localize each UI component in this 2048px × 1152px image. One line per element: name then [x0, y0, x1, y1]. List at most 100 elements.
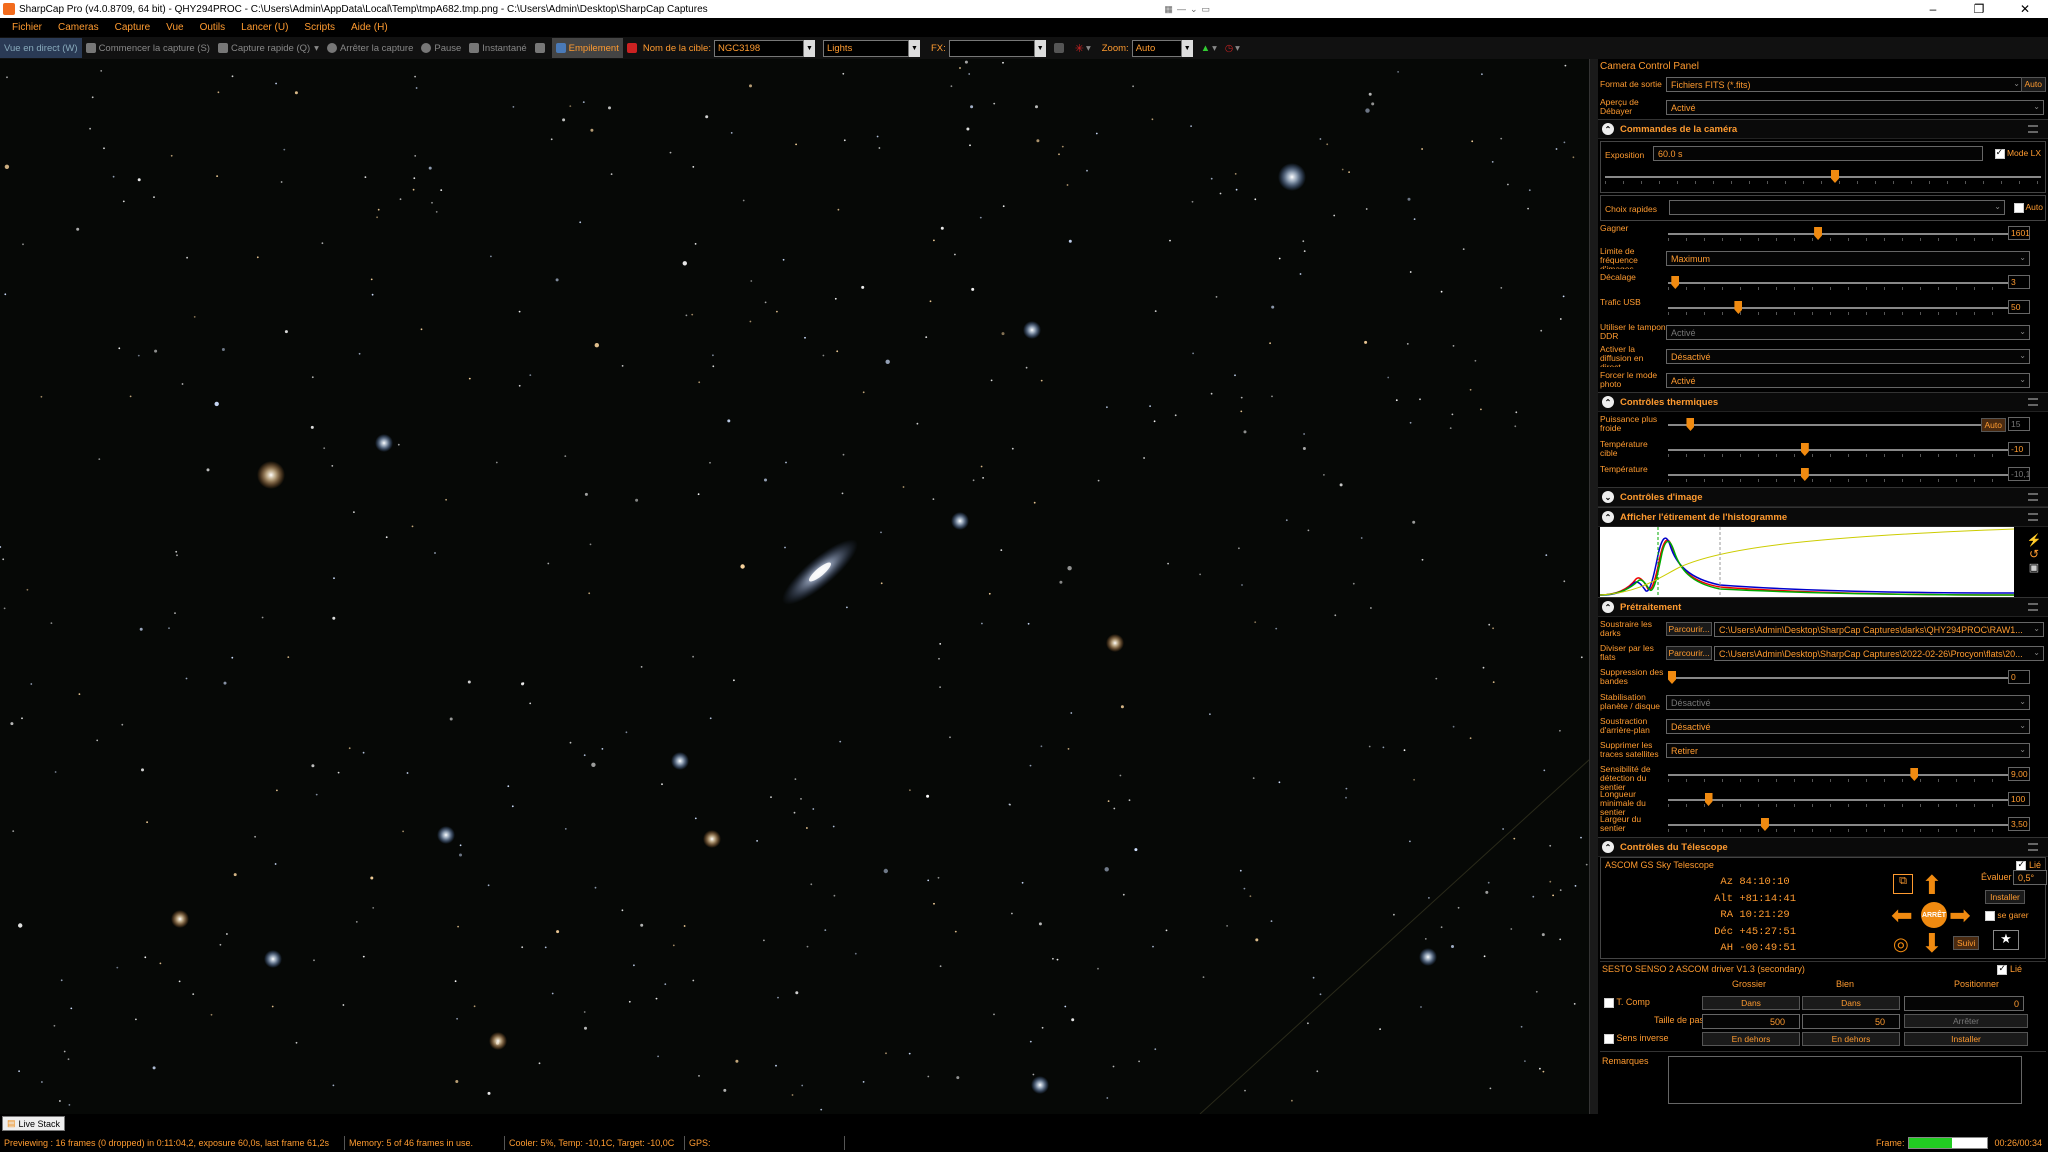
stop-focus-button[interactable]: Arrêter — [1904, 1014, 2028, 1028]
flats-browse-button[interactable]: Parcourir... — [1666, 646, 1712, 660]
coarse-step-input[interactable]: 500 — [1702, 1014, 1800, 1029]
close-button[interactable]: ✕ — [2002, 2, 2048, 16]
scope-install-button[interactable]: Installer — [1985, 890, 2025, 904]
stop-capture-button[interactable]: Arrêter la capture — [323, 38, 417, 58]
quick-capture-button[interactable]: Capture rapide (Q) ▾ — [214, 38, 323, 58]
histogram-tool[interactable]: ▲ ▾ — [1197, 38, 1221, 58]
focus-position-input[interactable]: 0 — [1904, 996, 2024, 1011]
offset-value[interactable]: 3 — [2008, 275, 2030, 289]
darks-browse-button[interactable]: Parcourir... — [1666, 622, 1712, 636]
pause-button[interactable]: Pause — [417, 38, 465, 58]
live-view-button[interactable]: Vue en direct (W) — [0, 38, 82, 58]
coarse-out-button[interactable]: En dehors — [1702, 1032, 1800, 1046]
menu-aide[interactable]: Aide (H) — [343, 22, 396, 33]
menu-lancer[interactable]: Lancer (U) — [233, 22, 296, 33]
stabilize-select[interactable]: Désactivé ⌄ — [1666, 694, 2030, 710]
reverse-check[interactable]: Sens inverse — [1604, 1033, 1669, 1044]
south-arrow-icon[interactable]: ⬇ — [1921, 930, 1943, 956]
section-camera-controls[interactable]: ⌃ Commandes de la caméra — [1598, 119, 2048, 139]
menu-icon[interactable] — [2028, 843, 2038, 851]
flats-path-select[interactable]: C:\Users\Admin\Desktop\SharpCap Captures… — [1714, 645, 2044, 661]
stopwatch-tool[interactable]: ◷ ▾ — [1221, 38, 1244, 58]
notes-textarea[interactable] — [1668, 1056, 2022, 1104]
output-auto-button[interactable]: Auto — [2020, 76, 2046, 92]
frame-type-select[interactable]: Lights — [822, 39, 909, 57]
tcomp-checkbox[interactable] — [1604, 997, 1614, 1008]
image-viewer[interactable] — [0, 59, 1590, 1114]
stop-slew-button[interactable]: ARRÊT — [1921, 902, 1947, 928]
menu-fichier[interactable]: Fichier — [4, 22, 50, 33]
debayer-select[interactable]: Activé ⌄ — [1666, 99, 2044, 115]
west-arrow-icon[interactable]: ⬅ — [1891, 902, 1913, 928]
section-histogram[interactable]: ⌃ Afficher l'étirement de l'histogramme — [1598, 507, 2048, 527]
menu-icon[interactable] — [2028, 603, 2038, 611]
quick-picks-auto-checkbox[interactable] — [2013, 202, 2024, 213]
east-arrow-icon[interactable]: ➡ — [1949, 902, 1971, 928]
cooler-auto-button[interactable]: Auto — [1980, 418, 2006, 432]
tcomp-check[interactable]: T. Comp — [1604, 997, 1650, 1008]
live-stack-tab[interactable]: ▤ Live Stack — [2, 1116, 66, 1131]
goto-icon[interactable]: ⧉ — [1893, 874, 1913, 894]
background-select[interactable]: Désactivé ⌄ — [1666, 718, 2030, 734]
min-length-value[interactable]: 100 — [2008, 792, 2030, 806]
save-icon[interactable]: ▣ — [2022, 561, 2046, 574]
fx-select[interactable] — [948, 39, 1035, 57]
focus-install-button[interactable]: Installer — [1904, 1032, 2028, 1046]
exposure-input[interactable]: 60.0 s — [1653, 146, 1983, 161]
fine-in-button[interactable]: Dans — [1802, 996, 1900, 1010]
section-image-controls[interactable]: ⌄ Contrôles d'image — [1598, 487, 2048, 507]
north-arrow-icon[interactable]: ⬆ — [1921, 872, 1943, 898]
sensitivity-value[interactable]: 9,00 — [2008, 767, 2030, 781]
menu-icon[interactable] — [2028, 125, 2038, 133]
menu-scripts[interactable]: Scripts — [296, 22, 343, 33]
cooler-slider[interactable] — [1686, 418, 1695, 431]
park-checkbox[interactable] — [1985, 910, 1995, 921]
start-capture-button[interactable]: Commencer la capture (S) — [82, 38, 214, 58]
menu-outils[interactable]: Outils — [192, 22, 234, 33]
banding-value[interactable]: 0 — [2008, 670, 2030, 684]
lightning-icon[interactable]: ⚡ — [2022, 533, 2046, 547]
broadcast-select[interactable]: Désactivé ⌄ — [1666, 348, 2030, 364]
target-temp-value[interactable]: -10 — [2008, 442, 2030, 456]
target-dropdown[interactable]: ▼ — [803, 39, 815, 57]
trail-width-value[interactable]: 3,50 — [2008, 817, 2030, 831]
menu-icon[interactable] — [2028, 398, 2038, 406]
section-thermal[interactable]: ⌃ Contrôles thermiques — [1598, 392, 2048, 412]
darks-path-select[interactable]: C:\Users\Admin\Desktop\SharpCap Captures… — [1714, 621, 2044, 637]
framerate-select[interactable]: Maximum ⌄ — [1666, 250, 2030, 266]
fine-step-input[interactable]: 50 — [1802, 1014, 1900, 1029]
output-format-select[interactable]: Fichiers FITS (*.fits) ⌄ — [1666, 76, 2024, 92]
satellite-select[interactable]: Retirer ⌄ — [1666, 742, 2030, 758]
menu-vue[interactable]: Vue — [158, 22, 191, 33]
quick-picks-auto[interactable]: Auto — [2013, 202, 2043, 213]
banding-slider[interactable] — [1668, 671, 1676, 684]
gain-value[interactable]: 1601 — [2008, 226, 2030, 240]
usb-value[interactable]: 50 — [2008, 300, 2030, 314]
fine-out-button[interactable]: En dehors — [1802, 1032, 1900, 1046]
rate-select[interactable]: 0,5° — [2013, 870, 2047, 885]
target-name-input[interactable]: NGC3198 — [713, 39, 804, 57]
snapshot-button[interactable]: Instantané — [465, 38, 530, 58]
reticle-toggle[interactable]: ✳ ▾ — [1071, 38, 1095, 58]
crosshair-icon[interactable]: ◎ — [1893, 934, 1909, 955]
frame-type-dropdown[interactable]: ▼ — [908, 39, 920, 57]
section-preprocessing[interactable]: ⌃ Prétraitement — [1598, 597, 2048, 617]
star-icon[interactable]: ★ — [1993, 930, 2019, 950]
minimize-button[interactable]: – — [1910, 2, 1956, 16]
menu-icon[interactable] — [2028, 493, 2038, 501]
coarse-in-button[interactable]: Dans — [1702, 996, 1800, 1010]
ddr-select[interactable]: Activé ⌄ — [1666, 324, 2030, 340]
display-settings-button[interactable] — [531, 38, 552, 58]
panel-splitter[interactable] — [1590, 59, 1598, 1114]
photo-mode-select[interactable]: Activé ⌄ — [1666, 372, 2030, 388]
track-button[interactable]: Suivi — [1953, 936, 1980, 950]
lx-mode-checkbox[interactable] — [1994, 147, 2005, 159]
grid-toggle[interactable] — [1050, 38, 1071, 58]
section-telescope[interactable]: ⌃ Contrôles du Télescope — [1598, 837, 2048, 857]
reset-icon[interactable]: ↺ — [2022, 547, 2046, 561]
menu-icon[interactable] — [2028, 513, 2038, 521]
fx-dropdown[interactable]: ▼ — [1034, 39, 1046, 57]
stacking-button[interactable]: Empilement — [551, 38, 623, 58]
menu-capture[interactable]: Capture — [107, 22, 159, 33]
focuser-connected[interactable]: Lié — [1997, 963, 2022, 975]
